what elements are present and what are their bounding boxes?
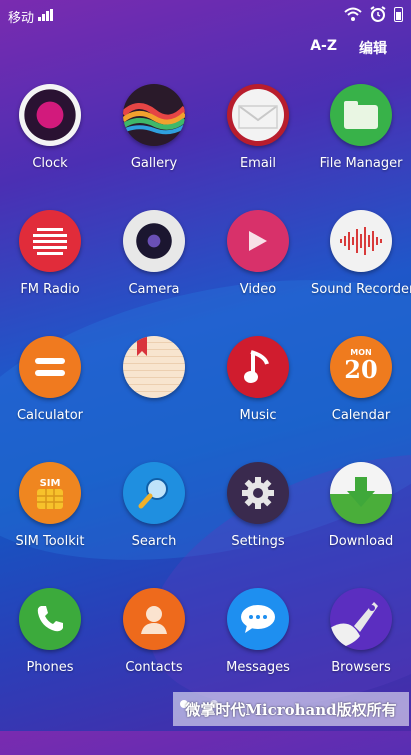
app-label: Search	[131, 534, 177, 549]
status-bar: 移动	[0, 0, 411, 30]
app-fm-radio[interactable]: FM Radio	[0, 210, 100, 297]
camera-icon	[123, 210, 185, 272]
app-notes[interactable]	[104, 336, 204, 408]
wifi-icon	[344, 7, 362, 21]
gallery-icon	[123, 84, 185, 146]
rocket-icon	[330, 588, 392, 650]
radio-icon	[19, 210, 81, 272]
app-label: FM Radio	[20, 282, 80, 297]
calendar-icon: MON 20	[330, 336, 392, 398]
app-label: Messages	[226, 660, 290, 675]
app-settings[interactable]: Settings	[208, 462, 308, 549]
app-label: SIM Toolkit	[15, 534, 85, 549]
gear-icon	[227, 462, 289, 524]
app-phones[interactable]: Phones	[0, 588, 100, 675]
edit-button[interactable]: 编辑	[359, 38, 387, 58]
sort-az-button[interactable]: A-Z	[310, 38, 337, 58]
watermark: 微掌时代Microhand版权所有	[173, 692, 409, 726]
app-label: Music	[239, 408, 277, 423]
app-label: Settings	[231, 534, 285, 549]
email-icon	[227, 84, 289, 146]
message-bubble-icon	[227, 588, 289, 650]
app-file-manager[interactable]: File Manager	[311, 84, 411, 171]
app-label: Clock	[32, 156, 68, 171]
app-sim-toolkit[interactable]: SIM SIM Toolkit	[0, 462, 100, 549]
app-label: Calculator	[16, 408, 83, 423]
app-music[interactable]: Music	[208, 336, 308, 423]
app-label: Video	[239, 282, 277, 297]
app-label: Browsers	[331, 660, 391, 675]
app-label: Sound Recorder	[311, 282, 411, 297]
contact-icon	[123, 588, 185, 650]
app-label: Calendar	[331, 408, 391, 423]
app-search[interactable]: Search	[104, 462, 204, 549]
play-icon	[227, 210, 289, 272]
phone-icon	[19, 588, 81, 650]
app-label: File Manager	[319, 156, 403, 171]
app-clock[interactable]: Clock	[0, 84, 100, 171]
calculator-icon	[19, 336, 81, 398]
notebook-icon	[123, 336, 185, 398]
app-camera[interactable]: Camera	[104, 210, 204, 297]
clock-icon	[19, 84, 81, 146]
sim-icon-text: SIM	[39, 477, 61, 489]
folder-icon	[330, 84, 392, 146]
app-label: Download	[328, 534, 394, 549]
search-icon	[123, 462, 185, 524]
app-label: Gallery	[130, 156, 178, 171]
app-browsers[interactable]: Browsers	[311, 588, 411, 675]
alarm-icon	[370, 6, 386, 22]
app-gallery[interactable]: Gallery	[104, 84, 204, 171]
signal-icon	[38, 9, 53, 21]
app-label: Email	[239, 156, 277, 171]
app-calculator[interactable]: Calculator	[0, 336, 100, 423]
app-email[interactable]: Email	[208, 84, 308, 171]
app-calendar[interactable]: MON 20 Calendar	[311, 336, 411, 423]
download-icon	[330, 462, 392, 524]
app-sound-recorder[interactable]: Sound Recorder	[311, 210, 411, 297]
carrier-label: 移动	[8, 11, 35, 26]
app-contacts[interactable]: Contacts	[104, 588, 204, 675]
sim-card-icon: SIM	[19, 462, 81, 524]
battery-icon	[394, 6, 403, 22]
app-messages[interactable]: Messages	[208, 588, 308, 675]
app-label: Contacts	[125, 660, 183, 675]
app-label: Phones	[26, 660, 74, 675]
app-download[interactable]: Download	[311, 462, 411, 549]
calendar-day: 20	[344, 354, 378, 384]
app-video[interactable]: Video	[208, 210, 308, 297]
waveform-icon	[330, 210, 392, 272]
music-note-icon	[227, 336, 289, 398]
app-label: Camera	[128, 282, 180, 297]
